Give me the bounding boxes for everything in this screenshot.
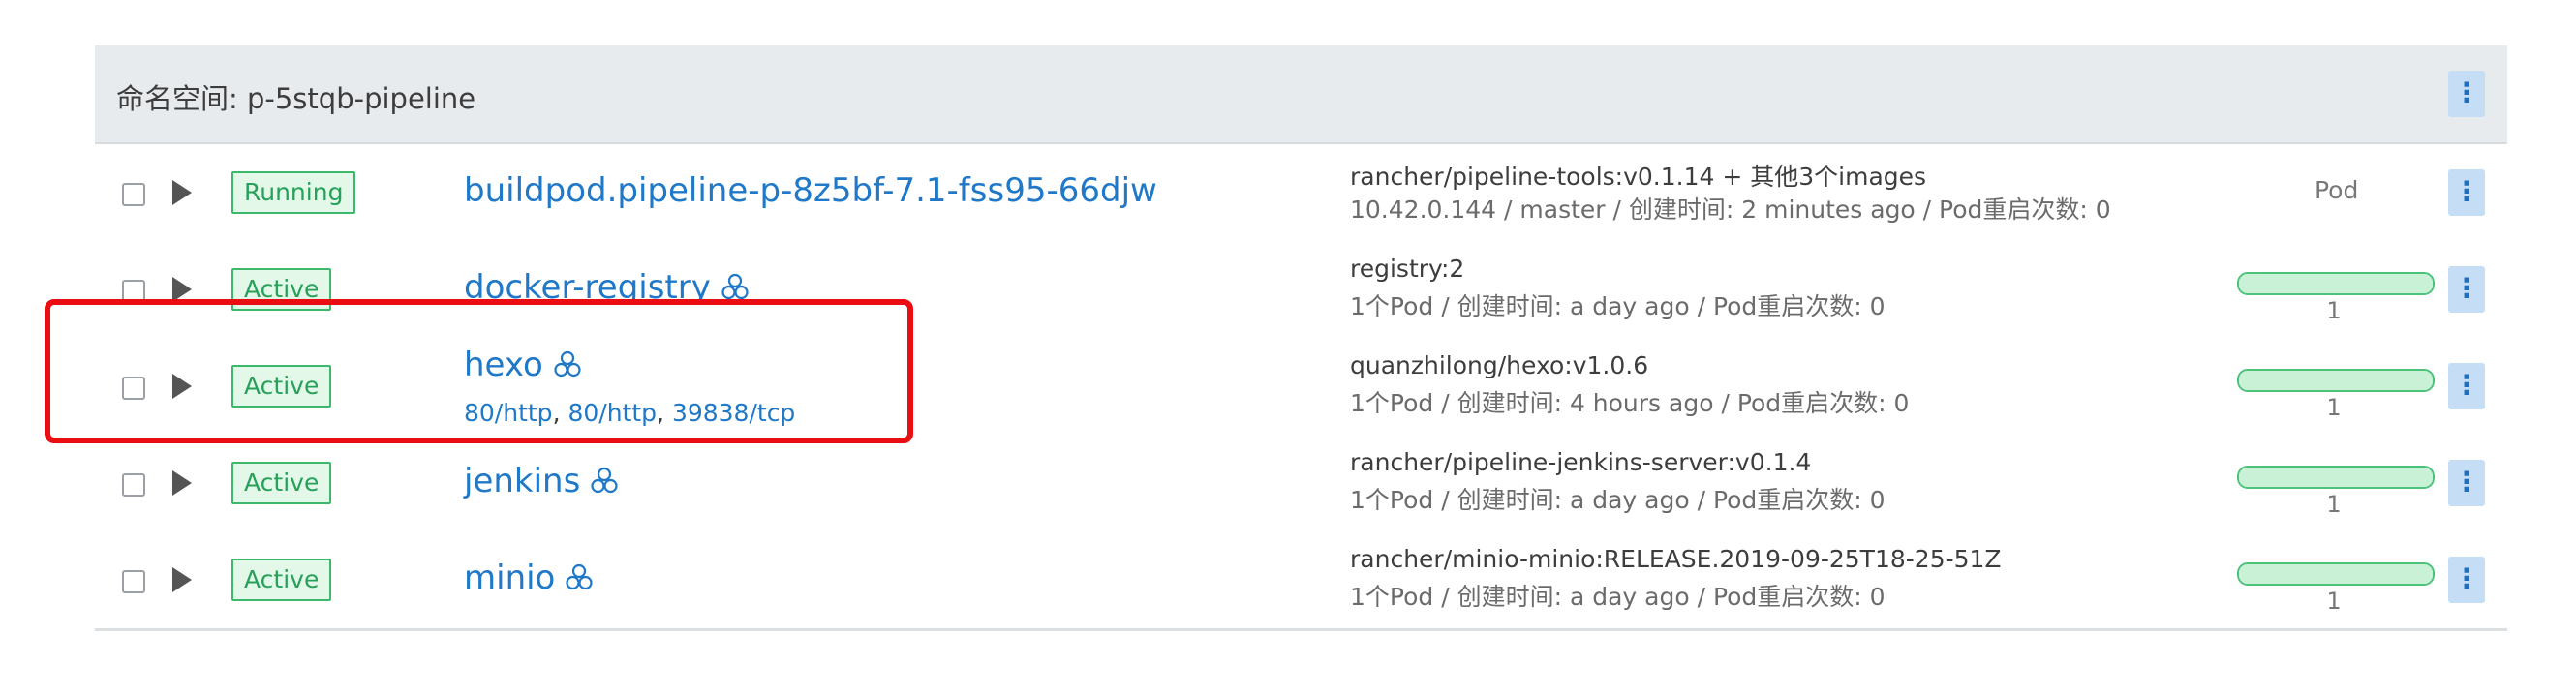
scale-count: 1 — [2326, 394, 2342, 421]
table-row: Active jenkins rancher/pipeline-jenkins-… — [95, 435, 2507, 534]
port-link[interactable]: 80/http — [464, 399, 553, 427]
namespace-title: 命名空间: p-5stqb-pipeline — [116, 82, 476, 115]
workload-cluster-icon — [554, 350, 581, 378]
row-checkbox[interactable] — [122, 570, 145, 593]
row-checkbox[interactable] — [122, 473, 145, 497]
row-menu-button[interactable]: ⋮ — [2448, 460, 2485, 506]
port-link[interactable]: 39838/tcp — [672, 399, 795, 427]
workload-image: registry:2 — [1350, 255, 1465, 283]
workload-cluster-icon — [591, 467, 618, 494]
workload-name[interactable]: minio — [464, 559, 555, 597]
workload-name-link[interactable]: jenkins — [464, 462, 619, 500]
scale-fill — [2239, 371, 2433, 390]
row-menu-button[interactable]: ⋮ — [2448, 266, 2485, 313]
workload-name-link[interactable]: minio — [464, 559, 594, 597]
workload-meta: 1个Pod / 创建时间: 4 hours ago / Pod重启次数: 0 — [1350, 389, 1910, 417]
expand-triangle-icon[interactable] — [172, 567, 192, 592]
scale-fill — [2239, 274, 2433, 293]
scale-count: 1 — [2326, 588, 2342, 615]
namespace-header: 命名空间: p-5stqb-pipeline ⋮ — [95, 45, 2507, 144]
workload-cluster-icon — [566, 563, 593, 590]
scale-count: 1 — [2326, 491, 2342, 518]
expand-triangle-icon[interactable] — [172, 374, 192, 399]
workload-name[interactable]: hexo — [464, 346, 543, 384]
row-menu-button[interactable]: ⋮ — [2448, 557, 2485, 603]
scale-count: 1 — [2326, 297, 2342, 324]
expand-triangle-icon[interactable] — [172, 470, 192, 496]
status-badge: Active — [231, 462, 332, 504]
status-badge: Running — [231, 171, 356, 214]
workload-image: rancher/minio-minio:RELEASE.2019-09-25T1… — [1350, 545, 2002, 573]
row-menu-button[interactable]: ⋮ — [2448, 169, 2485, 216]
workload-meta: 1个Pod / 创建时间: a day ago / Pod重启次数: 0 — [1350, 486, 1886, 514]
scale-fill — [2239, 468, 2433, 487]
workload-name-link[interactable]: buildpod.pipeline-p-8z5bf-7.1-fss95-66dj… — [464, 171, 1157, 210]
port-link[interactable]: 80/http — [567, 399, 657, 427]
workload-name[interactable]: buildpod.pipeline-p-8z5bf-7.1-fss95-66dj… — [464, 171, 1157, 210]
expand-triangle-icon[interactable] — [172, 180, 192, 205]
workload-meta: 1个Pod / 创建时间: a day ago / Pod重启次数: 0 — [1350, 292, 1886, 320]
workload-kind-label: Pod — [2315, 176, 2359, 204]
scale-bar — [2237, 369, 2435, 392]
workload-name[interactable]: jenkins — [464, 462, 580, 500]
row-checkbox[interactable] — [122, 183, 145, 206]
workload-name-link[interactable]: docker-registry — [464, 268, 750, 307]
table-row: Active hexo 80/http, 80/http, 39838/tcp … — [95, 338, 2507, 438]
scale-bar — [2237, 272, 2435, 295]
expand-triangle-icon[interactable] — [172, 277, 192, 302]
workload-image: rancher/pipeline-jenkins-server:v0.1.4 — [1350, 448, 1812, 476]
scale-fill — [2239, 564, 2433, 584]
row-checkbox[interactable] — [122, 280, 145, 303]
workload-meta: 10.42.0.144 / master / 创建时间: 2 minutes a… — [1350, 196, 2111, 224]
workload-image: rancher/pipeline-tools:v0.1.14 + 其他3个ima… — [1350, 163, 1927, 191]
status-badge: Active — [231, 365, 332, 408]
scale-bar — [2237, 562, 2435, 586]
row-checkbox[interactable] — [122, 377, 145, 400]
table-row: Active docker-registry registry:2 1个Pod … — [95, 241, 2507, 341]
row-menu-button[interactable]: ⋮ — [2448, 363, 2485, 409]
workload-name[interactable]: docker-registry — [464, 268, 711, 307]
status-badge: Active — [231, 268, 332, 311]
workload-cluster-icon — [721, 273, 749, 300]
port-links: 80/http, 80/http, 39838/tcp — [464, 399, 796, 427]
namespace-menu-button[interactable]: ⋮ — [2448, 71, 2485, 117]
scale-bar — [2237, 466, 2435, 489]
table-row: Running buildpod.pipeline-p-8z5bf-7.1-fs… — [95, 144, 2507, 244]
status-badge: Active — [231, 559, 332, 601]
workload-meta: 1个Pod / 创建时间: a day ago / Pod重启次数: 0 — [1350, 583, 1886, 611]
table-row: Active minio rancher/minio-minio:RELEASE… — [95, 531, 2507, 631]
workload-name-link[interactable]: hexo — [464, 346, 582, 384]
workload-image: quanzhilong/hexo:v1.0.6 — [1350, 351, 1649, 379]
